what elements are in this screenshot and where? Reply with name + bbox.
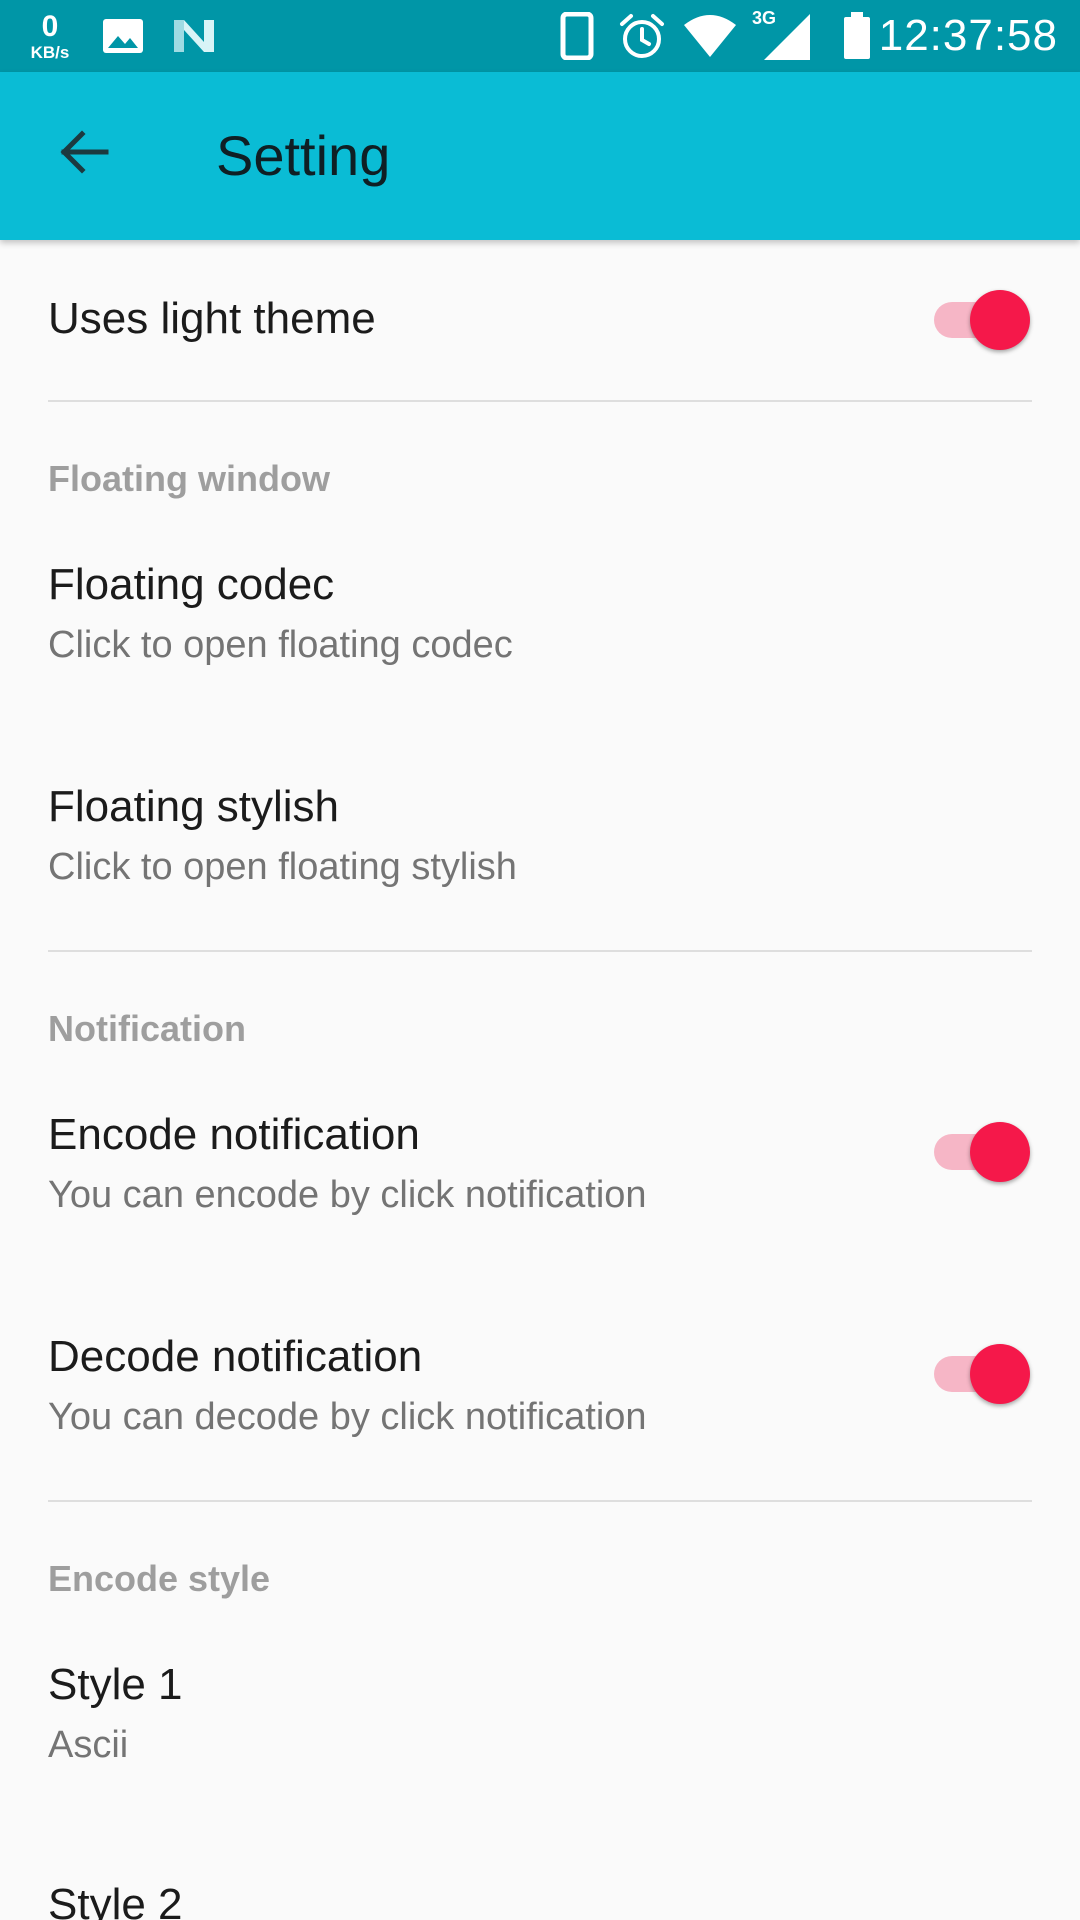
setting-style-2[interactable]: Style 2 (0, 1860, 1080, 1920)
network-speed: 0 KB/s (22, 0, 78, 72)
setting-summary: You can decode by click notification (48, 1396, 647, 1438)
setting-summary: Click to open floating stylish (48, 846, 517, 888)
arrow-left-icon (60, 130, 109, 174)
switch-thumb (970, 1122, 1030, 1182)
app-bar: Setting (0, 72, 1080, 240)
divider (48, 950, 1032, 952)
n-logo-icon (170, 0, 218, 72)
wifi-icon (682, 0, 738, 72)
divider (48, 1500, 1032, 1502)
settings-list: Uses light theme Floating window Floatin… (0, 240, 1080, 1920)
setting-title: Decode notification (48, 1332, 423, 1381)
status-time: 12:37:58 (878, 11, 1058, 60)
category-encode-style: Encode style (48, 1558, 271, 1599)
setting-title: Style 2 (48, 1880, 183, 1920)
phone-icon (560, 0, 594, 72)
switch-thumb (970, 1344, 1030, 1404)
switch-thumb (970, 290, 1030, 350)
setting-encode-notification[interactable]: Encode notification You can encode by cl… (0, 1090, 1080, 1310)
network-speed-unit: KB/s (30, 42, 70, 62)
setting-floating-codec[interactable]: Floating codec Click to open floating co… (0, 540, 1080, 760)
setting-title: Encode notification (48, 1110, 420, 1159)
setting-title: Floating stylish (48, 782, 340, 831)
gallery-icon (100, 0, 146, 72)
setting-summary: Click to open floating codec (48, 624, 513, 666)
setting-title: Floating codec (48, 560, 335, 609)
decode-notification-switch[interactable] (934, 1336, 1030, 1406)
divider (48, 400, 1032, 402)
status-bar: 0 KB/s 3G 12:37:58 (0, 0, 1080, 72)
category-notification: Notification (48, 1008, 246, 1049)
encode-notification-switch[interactable] (934, 1114, 1030, 1184)
setting-title: Uses light theme (48, 294, 376, 343)
category-floating-window: Floating window (48, 458, 330, 499)
setting-light-theme[interactable]: Uses light theme (0, 240, 1080, 400)
setting-decode-notification[interactable]: Decode notification You can decode by cl… (0, 1310, 1080, 1500)
setting-summary: Ascii (48, 1724, 129, 1766)
network-speed-value: 0 (41, 9, 59, 43)
back-button[interactable] (44, 112, 124, 192)
battery-icon (842, 0, 872, 72)
svg-text:3G: 3G (752, 8, 776, 28)
light-theme-switch[interactable] (934, 282, 1030, 352)
setting-style-1[interactable]: Style 1 Ascii (0, 1640, 1080, 1860)
setting-title: Style 1 (48, 1660, 183, 1709)
alarm-icon (618, 0, 666, 72)
setting-summary: You can encode by click notification (48, 1174, 647, 1216)
page-title: Setting (216, 124, 391, 187)
setting-floating-stylish[interactable]: Floating stylish Click to open floating … (0, 760, 1080, 950)
signal-icon: 3G (752, 0, 812, 72)
